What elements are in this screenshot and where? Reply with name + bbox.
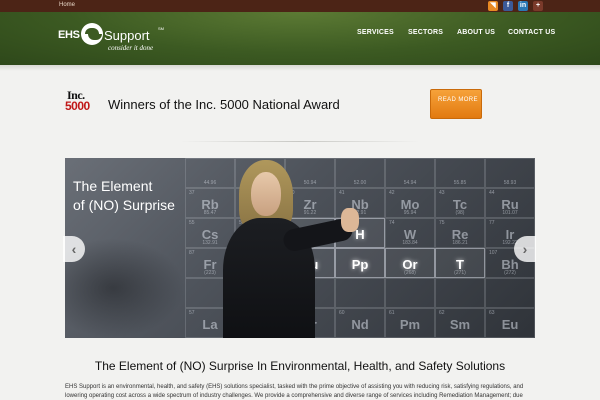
element-num: 75 — [439, 220, 445, 226]
element-mass: 183.84 — [402, 240, 418, 246]
slide-title: The Element of (NO) Surprise — [73, 177, 175, 215]
logo-tagline: consider it done — [108, 44, 154, 52]
slider-next-arrow-icon[interactable]: › — [514, 236, 536, 262]
nav-contact-us[interactable]: CONTACT US — [508, 29, 555, 36]
header-shadow — [0, 65, 600, 71]
nav-about-us[interactable]: ABOUT US — [457, 29, 495, 36]
slide-title-line1: The Element — [73, 178, 153, 194]
element-num: 55 — [189, 220, 195, 226]
element-cell: 63 Eu — [485, 308, 535, 338]
element-cell: 62 Sm — [435, 308, 485, 338]
facebook-icon[interactable]: f — [503, 1, 513, 11]
element-mass: (272) — [504, 270, 516, 276]
element-num: 42 — [389, 190, 395, 196]
nav-sectors[interactable]: SECTORS — [408, 29, 443, 36]
element-num: 37 — [189, 190, 195, 196]
logo-name: Support — [104, 28, 150, 43]
element-num: 62 — [439, 310, 445, 316]
element-cell — [385, 278, 435, 308]
section-divider — [180, 141, 420, 142]
element-sym: Sm — [449, 317, 471, 332]
element-cell: 61 Pm — [385, 308, 435, 338]
element-cell: 74 W 183.84 — [385, 218, 435, 248]
element-mass: 95.94 — [403, 210, 417, 216]
google-plus-icon[interactable]: + — [533, 1, 543, 11]
element-mass: (98) — [455, 210, 465, 216]
woman-touching-screen-image — [223, 158, 359, 338]
person-hand — [341, 208, 359, 232]
site-header: EHS Support SM consider it done SERVICES… — [0, 12, 600, 65]
inc-5000-logo: Inc. 5000 — [65, 88, 105, 114]
inc-logo-number: 5000 — [65, 99, 90, 113]
element-cell: 55.85 — [435, 158, 485, 188]
element-mass: (271) — [454, 270, 466, 276]
element-num: 87 — [189, 250, 195, 256]
element-mass: 101.07 — [502, 210, 518, 216]
element-cell: T (271) — [435, 248, 485, 278]
logo-swirl-icon — [81, 23, 103, 45]
read-more-button[interactable]: READ MORE — [430, 89, 482, 119]
element-mass: 54.94 — [403, 180, 417, 186]
logo-trademark: SM — [158, 26, 164, 31]
element-num: 57 — [189, 310, 195, 316]
element-sym: Eu — [501, 317, 519, 332]
hero-slider: 44.9647.8850.9452.0054.9455.8558.9337Rb8… — [65, 158, 535, 338]
element-num: 63 — [489, 310, 495, 316]
element-mass: (268) — [404, 270, 416, 276]
element-mass: 186.21 — [452, 240, 468, 246]
element-cell: 42 Mo 95.94 — [385, 188, 435, 218]
element-num: 44 — [489, 190, 495, 196]
logo-brand: EHS — [58, 29, 80, 41]
element-cell — [485, 278, 535, 308]
element-cell: 75 Re 186.21 — [435, 218, 485, 248]
element-num: 107 — [489, 250, 498, 256]
element-num: 61 — [389, 310, 395, 316]
element-sym: Pm — [399, 317, 421, 332]
home-link[interactable]: Home — [59, 2, 75, 8]
element-cell: 58.93 — [485, 158, 535, 188]
content-heading: The Element of (NO) Surprise In Environm… — [94, 359, 506, 373]
top-bar: Home ◥ f in + — [0, 0, 600, 12]
linkedin-icon[interactable]: in — [518, 1, 528, 11]
ehs-support-logo[interactable]: EHS Support SM consider it done — [58, 22, 168, 56]
element-cell: 44 Ru 101.07 — [485, 188, 535, 218]
element-cell: 54.94 — [385, 158, 435, 188]
rss-icon[interactable]: ◥ — [488, 1, 498, 11]
element-cell: Or (268) — [385, 248, 435, 278]
slide-title-line2: of (NO) Surprise — [73, 197, 175, 213]
element-num: 43 — [439, 190, 445, 196]
element-num: 74 — [389, 220, 395, 226]
element-cell: 43 Tc (98) — [435, 188, 485, 218]
element-mass: 58.93 — [503, 180, 517, 186]
element-mass: 55.85 — [453, 180, 467, 186]
intro-paragraph: EHS Support is an environmental, health,… — [65, 384, 524, 399]
award-headline: Winners of the Inc. 5000 National Award — [108, 97, 340, 112]
element-num: 77 — [489, 220, 495, 226]
nav-services[interactable]: SERVICES — [357, 29, 394, 36]
element-cell — [435, 278, 485, 308]
person-face — [251, 172, 281, 216]
